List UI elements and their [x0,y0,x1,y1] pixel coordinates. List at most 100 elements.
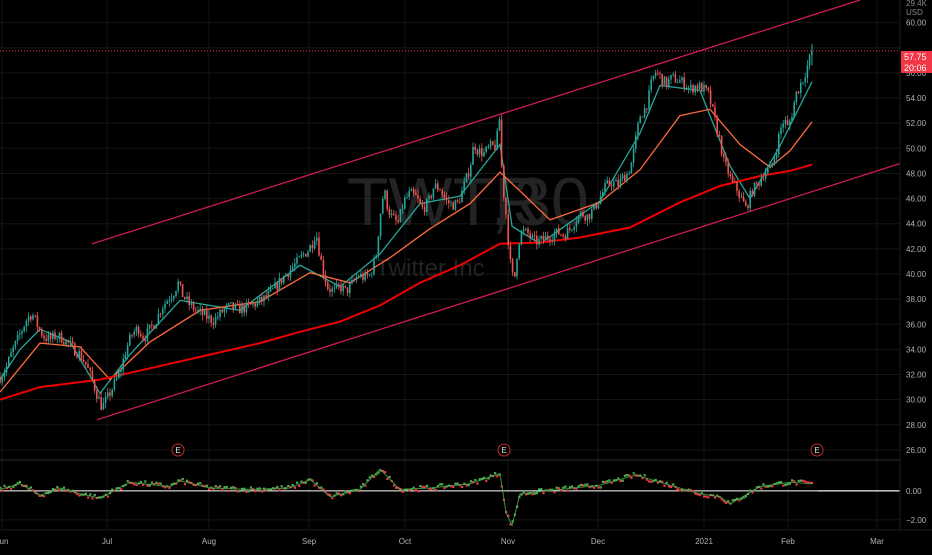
oscillator-point [106,495,109,498]
oscillator-point [425,484,428,488]
candle-body [0,377,1,383]
candle-body [514,272,516,277]
candle-body [399,209,402,223]
candle-body [373,258,375,274]
candle-body [151,324,153,326]
candle-body [562,234,564,237]
volume-axis-label: 29.4K [906,0,928,8]
trading-chart[interactable]: TWTR 30 , Twitter Inc EEE 26.00 28.00 30.0… [0,0,932,550]
candle-body [296,257,298,264]
candle-body [421,203,424,207]
oscillator-point [617,477,620,480]
oscillator-point [278,488,281,492]
candle-body [503,165,505,198]
oscillator-point [280,485,283,488]
candle-body [390,213,393,216]
candle-body [78,351,80,358]
candle-body [47,334,50,341]
candle-body [177,281,179,291]
candle-body [214,317,217,325]
candle-body [795,91,798,103]
candle-body [45,338,47,341]
candle-body [25,320,28,327]
oscillator-point [555,486,558,489]
oscillator-point [29,486,32,489]
oscillator-point [441,483,444,486]
earnings-label: E [814,446,819,455]
candle-body [791,116,793,121]
candle-body [111,389,113,396]
oscillator-point [208,488,211,491]
candle-body [274,282,276,289]
oscillator-point [414,488,417,492]
candle-body [659,72,661,75]
candle-body [382,198,384,214]
last-price-value: 57.75 [904,52,927,62]
candle-body [432,188,435,198]
price-tick-label: 48.00 [906,169,927,178]
candle-body [113,379,116,390]
oscillator-point [331,496,334,500]
candle-body [443,194,446,198]
oscillator-point [597,486,600,489]
oscillator-point [454,482,457,485]
candle-body [340,285,342,292]
candle-body [115,377,118,380]
candle-body [404,197,406,209]
oscillator-point [150,481,153,484]
candle-body [580,212,582,216]
candle-body [725,157,727,163]
candle-body [190,303,193,305]
candle-body [351,279,353,284]
candle-body [558,228,560,235]
candle-body [740,196,743,198]
oscillator-point [714,496,717,499]
candle-body [529,233,531,238]
oscillator-point [771,485,774,488]
price-axis-labels: 26.00 28.00 30.00 32.00 34.00 36.00 38.00 40.00… [906,19,927,525]
price-tick-label: 36.00 [906,320,927,329]
oscillator-point [186,479,189,482]
candle-body [793,102,795,117]
candle-body [701,83,703,92]
candle-body [186,296,188,300]
candle-body [705,84,707,88]
candle-body [102,402,105,410]
candle-body [135,326,138,332]
candle-body [175,290,177,297]
candle-body [624,174,626,181]
candle-body [683,77,685,89]
candle-body [38,327,41,330]
oscillator-point [287,484,290,488]
candle-body [89,367,91,371]
oscillator-point [663,484,666,487]
oscillator-point [87,496,90,499]
candle-body [553,233,556,241]
candle-body [104,396,107,403]
candle-body [118,371,120,378]
candle-body [723,154,725,158]
time-tick-label: Oct [399,537,412,546]
candle-body [753,182,756,196]
candle-body [626,173,628,181]
candle-body [650,79,652,91]
candle-body [586,214,589,221]
watermark-interval: 30 [513,164,589,240]
candle-body [65,339,67,345]
candle-body [219,309,221,317]
candle-body [584,216,586,221]
candle-body [615,179,617,182]
oscillator-point [542,492,545,495]
time-tick-label: Dec [591,537,605,546]
oscillator-point [344,490,347,493]
candle-body [126,345,129,356]
candle-body [483,151,485,157]
candle-body [320,255,322,261]
candle-body [672,74,674,76]
candle-body [307,251,309,257]
oscillator-point [1,489,4,492]
oscillator-point [562,486,565,489]
candle-body [234,303,237,309]
chart-svg[interactable]: TWTR 30 , Twitter Inc EEE 26.0028.0030.0… [0,0,932,550]
candle-body [632,148,635,163]
